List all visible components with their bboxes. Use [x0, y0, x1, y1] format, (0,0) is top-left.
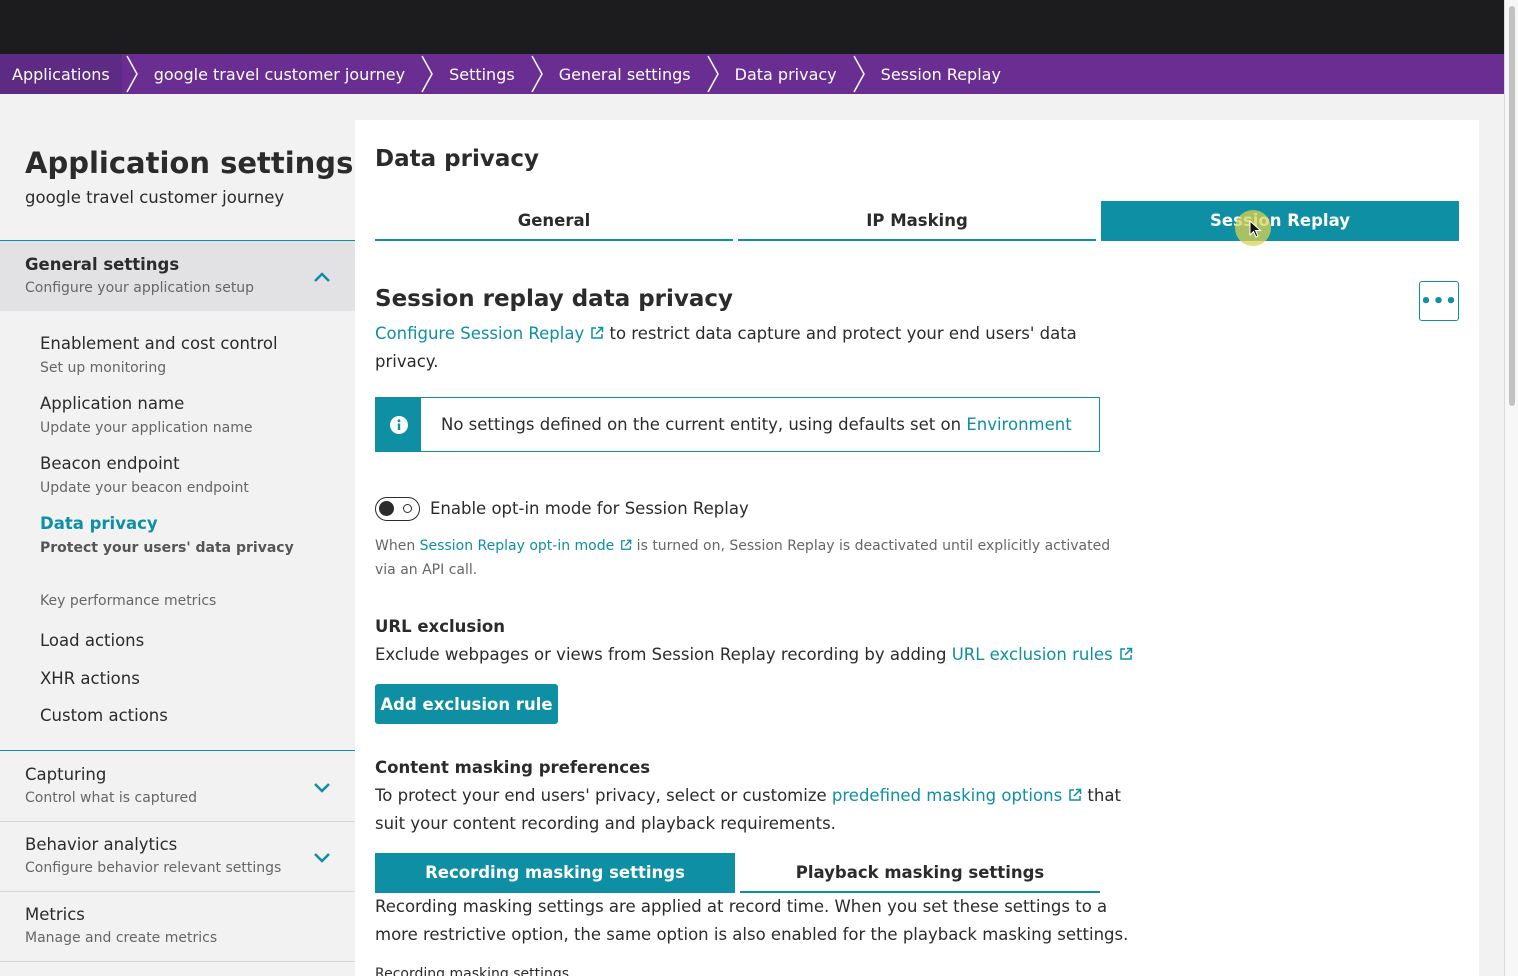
url-text: Exclude webpages or views from Session R…: [375, 645, 952, 664]
breadcrumb-applications[interactable]: Applications: [0, 54, 122, 94]
section-desc: Manage and create metrics: [25, 930, 218, 946]
content-masking-text-line2: suit your content recording and playback…: [375, 814, 836, 833]
sidebar-item-data-privacy[interactable]: Data privacy: [40, 514, 158, 533]
breadcrumb-separator-icon: [417, 54, 437, 94]
url-exclusion-rules-link[interactable]: URL exclusion rules: [952, 645, 1113, 664]
section-heading: Session replay data privacy: [375, 286, 734, 312]
breadcrumb-session-replay: Session Replay: [869, 54, 1013, 94]
section-title: General settings: [25, 255, 180, 274]
sidebar-item-application-name[interactable]: Application name: [40, 394, 184, 413]
breadcrumb-separator-icon: [703, 54, 723, 94]
content-masking-title: Content masking preferences: [375, 758, 651, 777]
help-text: is turned on, Session Replay is deactiva…: [632, 538, 1111, 554]
help-text: When: [375, 538, 420, 554]
external-link-icon: [591, 326, 604, 339]
settings-sidebar: Application settings google travel custo…: [0, 94, 355, 976]
breadcrumb-data-privacy[interactable]: Data privacy: [723, 54, 849, 94]
configure-session-replay-link[interactable]: Configure Session Replay: [375, 324, 584, 343]
configure-paragraph: Configure Session Replay to restrict dat…: [375, 320, 1077, 348]
sidebar-item-desc: Set up monitoring: [40, 360, 167, 376]
info-message: No settings defined on the current entit…: [441, 415, 1072, 434]
breadcrumb-settings[interactable]: Settings: [437, 54, 527, 94]
top-bar: [0, 0, 1504, 54]
sidebar-item-desc: Protect your users' data privacy: [40, 540, 294, 556]
opt-in-help-line2: via an API call.: [375, 562, 478, 578]
external-link-icon: [621, 539, 632, 550]
sidebar-item-enablement[interactable]: Enablement and cost control: [40, 334, 278, 353]
tab-session-replay[interactable]: Session Replay: [1101, 201, 1459, 241]
info-icon: [376, 398, 421, 451]
sidebar-title: Application settings: [25, 146, 354, 180]
section-title: Behavior analytics: [25, 835, 178, 854]
breadcrumb-application[interactable]: google travel customer journey: [142, 54, 417, 94]
section-divider: [0, 961, 355, 962]
section-desc: Configure your application setup: [25, 280, 255, 296]
chevron-down-icon[interactable]: [312, 847, 332, 867]
external-link-icon: [1069, 788, 1082, 801]
sidebar-item-beacon-endpoint[interactable]: Beacon endpoint: [40, 454, 180, 473]
tab-ip-masking[interactable]: IP Masking: [738, 201, 1096, 241]
toggle-knob: [379, 501, 394, 516]
external-link-icon: [1119, 647, 1132, 660]
opt-in-label: Enable opt-in mode for Session Replay: [430, 499, 749, 518]
breadcrumb-label: Settings: [449, 64, 515, 84]
breadcrumb-label: Applications: [12, 64, 110, 84]
section-behavior-analytics[interactable]: Behavior analytics Configure behavior re…: [0, 821, 355, 891]
tab-recording-masking[interactable]: Recording masking settings: [375, 853, 735, 893]
sidebar-item-desc: Update your beacon endpoint: [40, 480, 249, 496]
more-icon: •••: [1420, 290, 1458, 312]
info-text: No settings defined on the current entit…: [441, 415, 967, 434]
breadcrumb-label: Data privacy: [734, 64, 837, 84]
section-desc: Control what is captured: [25, 790, 198, 806]
sidebar-item-desc: Update your application name: [40, 420, 253, 436]
section-general-settings[interactable]: General settings Configure your applicat…: [0, 241, 355, 311]
content-masking-text: To protect your end users' privacy, sele…: [375, 782, 1121, 810]
section-metrics[interactable]: Metrics Manage and create metrics: [0, 891, 355, 961]
main-panel: Data privacy General IP Masking Session …: [355, 120, 1479, 976]
section-capturing[interactable]: Capturing Control what is captured: [0, 751, 355, 821]
tab-general[interactable]: General: [375, 201, 733, 241]
opt-in-mode-link[interactable]: Session Replay opt-in mode: [420, 538, 615, 554]
configure-text: to restrict data capture and protect you…: [604, 324, 1077, 343]
section-title: Metrics: [25, 905, 85, 924]
sidebar-item-custom-actions[interactable]: Custom actions: [40, 706, 168, 725]
info-banner: No settings defined on the current entit…: [375, 397, 1100, 452]
section-desc: Configure behavior relevant settings: [25, 860, 282, 876]
page-scrollbar[interactable]: [1504, 0, 1518, 976]
toggle-off-indicator: [403, 504, 412, 513]
breadcrumb-label: Session Replay: [880, 64, 1001, 84]
recording-settings-label: Recording masking settings: [375, 966, 570, 976]
more-options-button[interactable]: •••: [1419, 281, 1459, 321]
masking-text: To protect your end users' privacy, sele…: [375, 786, 832, 805]
add-exclusion-rule-button[interactable]: Add exclusion rule: [375, 684, 558, 724]
chevron-up-icon[interactable]: [312, 267, 332, 287]
chevron-down-icon[interactable]: [312, 777, 332, 797]
opt-in-help: When Session Replay opt-in mode is turne…: [375, 534, 1110, 558]
url-exclusion-text: Exclude webpages or views from Session R…: [375, 641, 1133, 669]
breadcrumb: Applications google travel customer jour…: [0, 54, 1504, 94]
recording-text-line2: more restrictive option, the same option…: [375, 925, 1129, 944]
sidebar-item-xhr-actions[interactable]: XHR actions: [40, 669, 140, 688]
breadcrumb-separator-icon: [527, 54, 547, 94]
sidebar-item-load-actions[interactable]: Load actions: [40, 631, 144, 650]
section-title: Capturing: [25, 765, 107, 784]
configure-text-line2: privacy.: [375, 352, 439, 371]
tab-playback-masking[interactable]: Playback masking settings: [740, 853, 1100, 893]
url-exclusion-title: URL exclusion: [375, 617, 505, 636]
breadcrumb-separator-icon: [122, 54, 142, 94]
sidebar-group-label: Key performance metrics: [40, 593, 217, 609]
breadcrumb-label: google travel customer journey: [153, 64, 406, 84]
mouse-cursor-icon: [1249, 220, 1262, 238]
scrollbar-thumb[interactable]: [1509, 6, 1515, 406]
breadcrumb-label: General settings: [558, 64, 691, 84]
breadcrumb-general-settings[interactable]: General settings: [547, 54, 703, 94]
breadcrumb-separator-icon: [849, 54, 869, 94]
opt-in-toggle[interactable]: [375, 497, 420, 521]
sidebar-subtitle: google travel customer journey: [25, 188, 285, 207]
predefined-masking-link[interactable]: predefined masking options: [832, 786, 1062, 805]
recording-text-line1: Recording masking settings are applied a…: [375, 897, 1108, 916]
masking-text: that: [1082, 786, 1121, 805]
page-title: Data privacy: [375, 146, 539, 172]
environment-link[interactable]: Environment: [966, 415, 1071, 434]
